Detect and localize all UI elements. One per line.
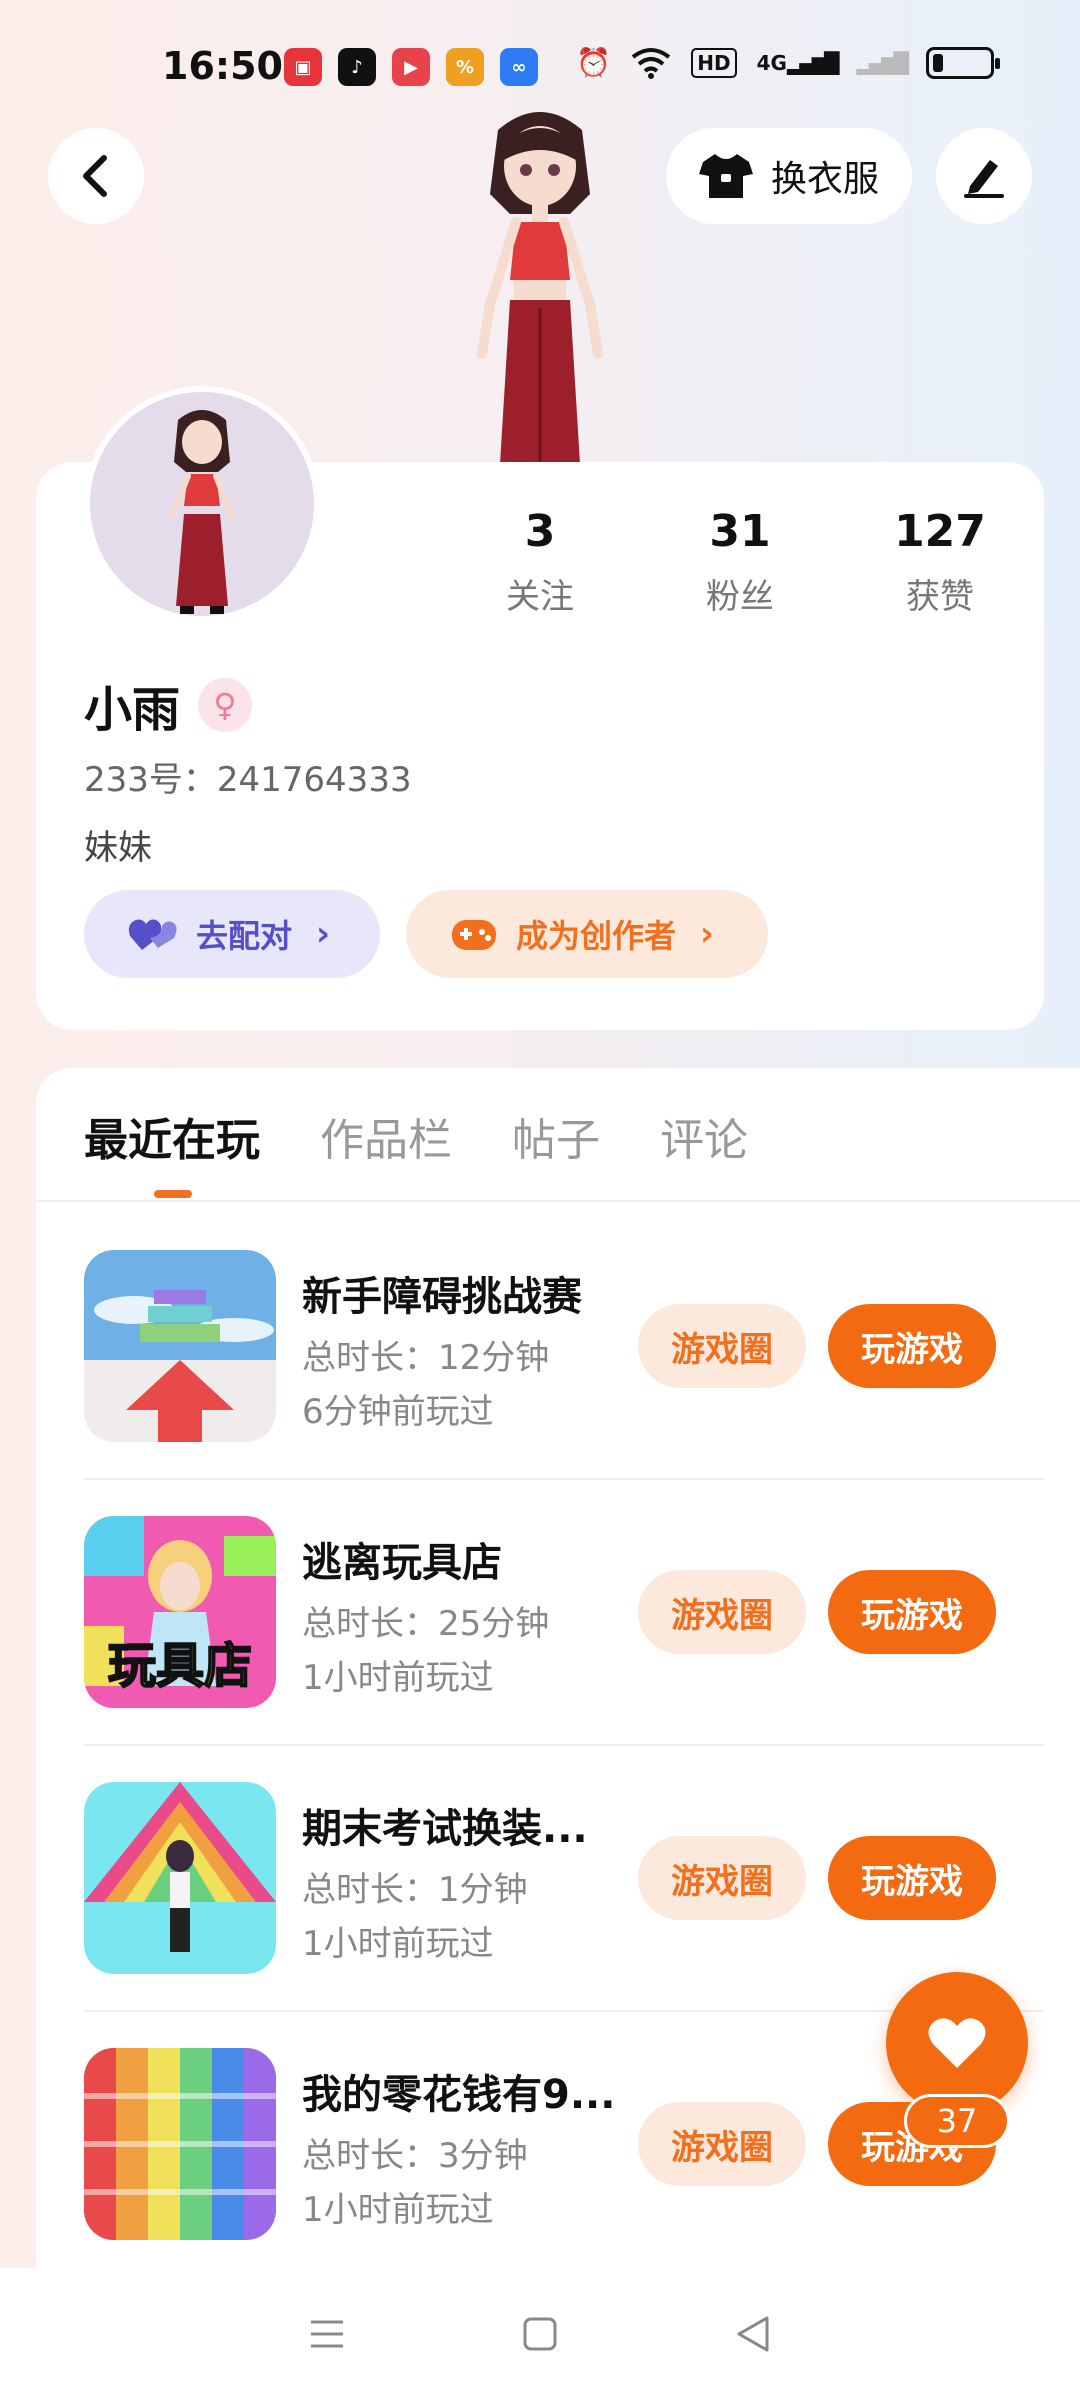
notification-icons: ▣ ♪ ▶ % ∞ bbox=[284, 48, 538, 86]
avatar[interactable] bbox=[84, 386, 320, 622]
store-app-icon: ▣ bbox=[284, 48, 322, 86]
list-item[interactable]: 玩具店 逃离玩具店 总时长：25分钟 1小时前玩过 游戏圈 玩游戏 bbox=[84, 1516, 1044, 1782]
row-divider bbox=[84, 1478, 1044, 1480]
game-last-played: 1小时前玩过 bbox=[302, 2190, 494, 2230]
status-right: ⏰ HD 4G▂▄▆█ ▂▄▆█ bbox=[576, 46, 1000, 79]
coupon-app-icon: % bbox=[446, 48, 484, 86]
tiktok-icon: ♪ bbox=[338, 48, 376, 86]
game-circle-button[interactable]: 游戏圈 bbox=[638, 1570, 806, 1654]
likes-label: 获赞 bbox=[906, 577, 974, 617]
play-game-button[interactable]: 玩游戏 bbox=[828, 1570, 996, 1654]
list-item[interactable]: 新手障碍挑战赛 总时长：12分钟 6分钟前玩过 游戏圈 玩游戏 bbox=[84, 1250, 1044, 1516]
fans-count: 31 bbox=[709, 506, 771, 557]
row-divider bbox=[84, 1744, 1044, 1746]
signal-4g-icon: 4G▂▄▆█ bbox=[756, 50, 840, 75]
match-button[interactable]: 去配对 › bbox=[84, 890, 380, 978]
hearts-icon bbox=[128, 919, 177, 950]
tab-comments[interactable]: 评论 bbox=[660, 1104, 748, 1168]
stat-fans[interactable]: 31 粉丝 bbox=[640, 505, 840, 618]
name-row: 小雨 ♀ bbox=[84, 670, 253, 740]
like-count-badge: 37 bbox=[904, 2094, 1010, 2148]
signal-empty-icon: ▂▄▆█ bbox=[856, 50, 909, 75]
video-app-icon: ▶ bbox=[392, 48, 430, 86]
match-label: 去配对 bbox=[196, 917, 293, 955]
game-duration: 总时长：1分钟 bbox=[302, 1870, 528, 1910]
chevron-left-icon bbox=[83, 155, 107, 197]
avatar-figure bbox=[169, 410, 235, 614]
gamepad-icon bbox=[452, 920, 496, 950]
game-title: 新手障碍挑战赛 bbox=[302, 1274, 582, 1320]
game-circle-button[interactable]: 游戏圈 bbox=[638, 2102, 806, 2186]
game-title: 逃离玩具店 bbox=[302, 1540, 502, 1586]
tab-works[interactable]: 作品栏 bbox=[320, 1104, 452, 1168]
game-thumbnail[interactable]: 玩具店 bbox=[84, 1516, 276, 1708]
tab-posts[interactable]: 帖子 bbox=[512, 1104, 600, 1168]
game-duration: 总时长：3分钟 bbox=[302, 2136, 528, 2176]
female-icon: ♀ bbox=[198, 678, 253, 732]
game-last-played: 6分钟前玩过 bbox=[302, 1392, 494, 1432]
play-game-button[interactable]: 玩游戏 bbox=[828, 1836, 996, 1920]
system-nav-bar bbox=[0, 2268, 1080, 2400]
game-thumbnail[interactable] bbox=[84, 1782, 276, 1974]
like-button[interactable] bbox=[886, 1972, 1028, 2114]
character-figure[interactable] bbox=[420, 104, 660, 464]
tabs-divider bbox=[36, 1200, 1080, 1202]
hd-icon: HD bbox=[691, 47, 737, 78]
game-thumbnail[interactable] bbox=[84, 2048, 276, 2240]
wifi-icon bbox=[632, 47, 671, 79]
battery-icon bbox=[926, 46, 1000, 79]
game-thumbnail-image bbox=[84, 2048, 276, 2240]
home-icon[interactable] bbox=[520, 2314, 560, 2354]
chevron-right-icon: › bbox=[316, 914, 331, 954]
profile-tabs: 最近在玩 作品栏 帖子 评论 bbox=[84, 1104, 748, 1168]
game-thumbnail-overlay-text: 玩具店 bbox=[107, 1637, 253, 1695]
edit-profile-button[interactable] bbox=[936, 128, 1032, 224]
game-duration: 总时长：12分钟 bbox=[302, 1338, 550, 1378]
menu-icon[interactable] bbox=[307, 2314, 347, 2354]
alarm-icon: ⏰ bbox=[576, 46, 612, 79]
game-title: 期末考试换装... bbox=[302, 1806, 588, 1852]
game-title: 我的零花钱有9... bbox=[302, 2072, 616, 2118]
heart-icon bbox=[928, 2018, 986, 2068]
game-last-played: 1小时前玩过 bbox=[302, 1924, 494, 1964]
become-creator-label: 成为创作者 bbox=[516, 917, 677, 955]
status-time: 16:50 bbox=[162, 44, 283, 88]
active-tab-indicator bbox=[154, 1190, 192, 1198]
game-duration: 总时长：25分钟 bbox=[302, 1604, 550, 1644]
become-creator-button[interactable]: 成为创作者 › bbox=[406, 890, 768, 978]
tshirt-icon bbox=[698, 154, 753, 198]
game-circle-button[interactable]: 游戏圈 bbox=[638, 1304, 806, 1388]
change-outfit-button[interactable]: 换衣服 bbox=[666, 128, 912, 224]
likes-count: 127 bbox=[894, 506, 986, 557]
game-last-played: 1小时前玩过 bbox=[302, 1658, 494, 1698]
profile-stats: 3 关注 31 粉丝 127 获赞 bbox=[440, 505, 1040, 618]
pencil-icon bbox=[964, 160, 1004, 198]
following-count: 3 bbox=[524, 506, 556, 557]
change-outfit-label: 换衣服 bbox=[770, 159, 879, 200]
user-bio: 妹妹 bbox=[84, 828, 152, 868]
game-thumbnail-image bbox=[84, 1782, 276, 1974]
back-nav-icon[interactable] bbox=[733, 2314, 773, 2354]
fans-label: 粉丝 bbox=[706, 577, 774, 617]
back-button[interactable] bbox=[48, 128, 144, 224]
play-game-button[interactable]: 玩游戏 bbox=[828, 1304, 996, 1388]
user-id: 233号：241764333 bbox=[84, 760, 412, 800]
stat-likes[interactable]: 127 获赞 bbox=[840, 505, 1040, 618]
following-label: 关注 bbox=[506, 577, 574, 617]
game-circle-button[interactable]: 游戏圈 bbox=[638, 1836, 806, 1920]
user-name: 小雨 bbox=[84, 682, 181, 738]
game-thumbnail[interactable] bbox=[84, 1250, 276, 1442]
infinity-app-icon: ∞ bbox=[500, 48, 538, 86]
chevron-right-icon: › bbox=[700, 914, 715, 954]
stat-following[interactable]: 3 关注 bbox=[440, 505, 640, 618]
tab-recently-played[interactable]: 最近在玩 bbox=[84, 1104, 260, 1168]
game-thumbnail-image bbox=[84, 1250, 276, 1442]
